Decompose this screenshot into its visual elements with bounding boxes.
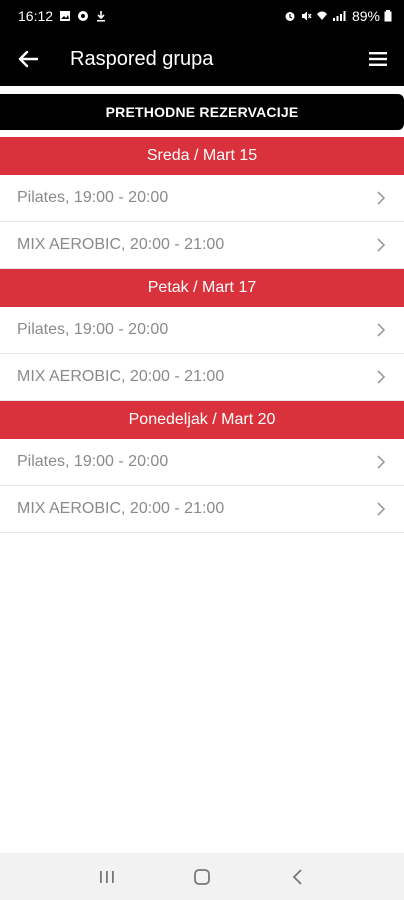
recent-apps-button[interactable] — [87, 857, 127, 897]
chevron-right-icon — [377, 370, 386, 384]
class-label: Pilates, 19:00 - 20:00 — [17, 189, 169, 206]
previous-reservations-button[interactable]: PRETHODNE REZERVACIJE — [0, 94, 404, 130]
chevron-right-icon — [377, 455, 386, 469]
status-bar: 16:12 89% — [0, 0, 404, 32]
back-nav-button[interactable] — [277, 857, 317, 897]
class-row[interactable]: Pilates, 19:00 - 20:00 — [0, 439, 404, 486]
day-header: Petak / Mart 17 — [0, 269, 404, 307]
class-row[interactable]: MIX AEROBIC, 20:00 - 21:00 — [0, 354, 404, 401]
chevron-right-icon — [377, 502, 386, 516]
settings-app-icon — [78, 11, 89, 21]
page-title: Raspored grupa — [70, 47, 214, 70]
home-icon — [194, 868, 210, 885]
chevron-right-icon — [377, 238, 386, 252]
class-label: MIX AEROBIC, 20:00 - 21:00 — [17, 500, 225, 517]
download-icon — [97, 11, 106, 22]
class-row[interactable]: MIX AEROBIC, 20:00 - 21:00 — [0, 222, 404, 269]
chevron-right-icon — [377, 191, 386, 205]
app-bar: Raspored grupa — [0, 32, 404, 86]
gallery-icon — [60, 11, 71, 21]
day-header: Ponedeljak / Mart 20 — [0, 401, 404, 439]
day-header: Sreda / Mart 15 — [0, 137, 404, 175]
schedule-list: Sreda / Mart 15 Pilates, 19:00 - 20:00 M… — [0, 137, 404, 533]
back-nav-icon — [292, 868, 302, 885]
chevron-right-icon — [377, 323, 386, 337]
class-label: MIX AEROBIC, 20:00 - 21:00 — [17, 368, 225, 385]
class-label: Pilates, 19:00 - 20:00 — [17, 321, 169, 338]
hamburger-menu-icon — [369, 52, 387, 66]
class-row[interactable]: MIX AEROBIC, 20:00 - 21:00 — [0, 486, 404, 533]
class-label: Pilates, 19:00 - 20:00 — [17, 453, 169, 470]
system-nav-bar — [0, 853, 404, 900]
back-button[interactable] — [0, 32, 56, 86]
recent-apps-icon — [100, 870, 115, 883]
signal-icon — [332, 11, 346, 21]
home-button[interactable] — [182, 857, 222, 897]
alarm-icon — [285, 12, 295, 21]
class-row[interactable]: Pilates, 19:00 - 20:00 — [0, 175, 404, 222]
status-time: 16:12 — [18, 8, 54, 24]
battery-icon — [384, 10, 392, 22]
mute-icon — [301, 11, 312, 21]
class-label: MIX AEROBIC, 20:00 - 21:00 — [17, 236, 225, 253]
battery-percent: 89% — [351, 8, 380, 24]
class-row[interactable]: Pilates, 19:00 - 20:00 — [0, 307, 404, 354]
wifi-icon — [316, 11, 327, 20]
arrow-left-icon — [18, 50, 38, 68]
menu-button[interactable] — [352, 32, 404, 86]
